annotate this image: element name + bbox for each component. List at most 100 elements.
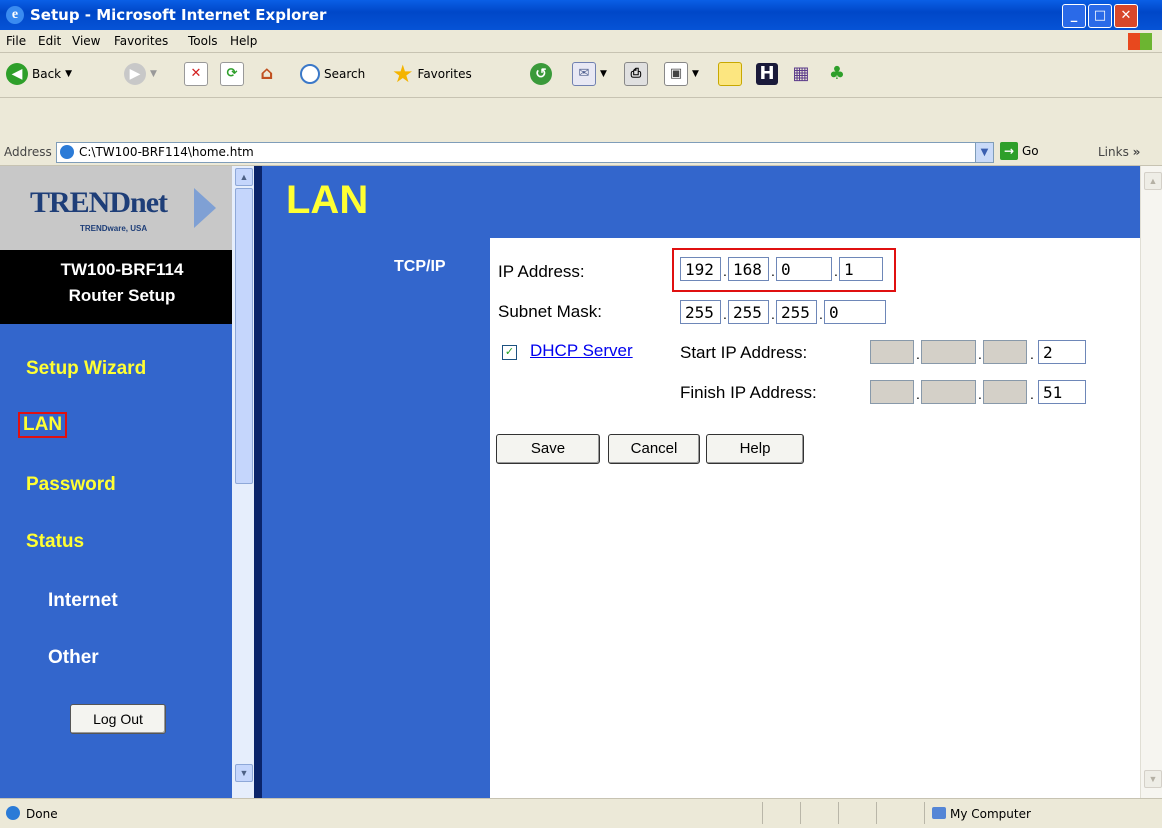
section-label: TCP/IP	[394, 258, 446, 275]
media-button[interactable]: ▦	[790, 61, 812, 87]
menu-view[interactable]: View	[72, 34, 100, 48]
page-title: LAN	[286, 178, 369, 222]
back-button[interactable]: ◀ Back ▼	[6, 61, 72, 87]
go-label: Go	[1022, 144, 1039, 158]
logout-button[interactable]: Log Out	[70, 704, 166, 734]
print-icon: ⎙	[624, 62, 648, 86]
discuss-button[interactable]	[718, 61, 742, 87]
menu-help[interactable]: Help	[230, 34, 257, 48]
menu-bar: File Edit View Favorites Tools Help	[0, 30, 1162, 53]
search-label: Search	[324, 67, 366, 81]
menu-edit[interactable]: Edit	[38, 34, 61, 48]
mask-octet-2[interactable]: 255	[728, 300, 769, 324]
computer-icon	[932, 807, 946, 819]
search-button[interactable]: Search	[300, 61, 365, 87]
mail-button[interactable]: ✉ ▼	[572, 61, 607, 87]
nav-other[interactable]: Other	[48, 647, 99, 669]
research-button[interactable]: H	[756, 61, 778, 87]
ip-dot: .	[771, 263, 775, 279]
ip-dot: .	[834, 263, 838, 279]
page-done-icon	[6, 806, 20, 820]
address-label: Address	[4, 145, 52, 159]
scroll-down-icon[interactable]: ▼	[1144, 770, 1162, 788]
mask-octet-3[interactable]: 255	[776, 300, 817, 324]
mask-octet-4[interactable]: 0	[824, 300, 886, 324]
chevron-down-icon: ▼	[150, 69, 157, 79]
cancel-button[interactable]: Cancel	[608, 434, 700, 464]
scroll-thumb[interactable]	[235, 188, 253, 484]
close-button[interactable]: ✕	[1114, 4, 1138, 28]
links-label: Links	[1098, 145, 1129, 159]
nav-status[interactable]: Status	[26, 531, 84, 553]
main-frame: LAN TCP/IP IP Address: 192 . 168 . 0 . 1…	[262, 166, 1140, 798]
minimize-button[interactable]: _	[1062, 4, 1086, 28]
help-button[interactable]: Help	[706, 434, 804, 464]
main-scrollbar[interactable]: ▲ ▼	[1140, 166, 1162, 798]
refresh-button[interactable]: ⟳	[220, 61, 244, 87]
messenger-button[interactable]: ♣	[826, 61, 848, 87]
address-url: C:\TW100-BRF114\home.htm	[79, 145, 254, 159]
menu-tools[interactable]: Tools	[188, 34, 218, 48]
dhcp-checkbox[interactable]: ✓	[502, 345, 517, 360]
links-button[interactable]: Links »	[1098, 145, 1140, 159]
finish-ip-octet-1	[870, 380, 914, 404]
section-label-column: TCP/IP	[262, 238, 490, 798]
frame-divider[interactable]	[254, 166, 262, 798]
scroll-up-icon[interactable]: ▲	[235, 168, 253, 186]
h-icon: H	[756, 63, 778, 85]
back-label: Back	[32, 67, 62, 81]
logo-subtitle: TRENDware, USA	[80, 224, 148, 233]
scroll-up-icon[interactable]: ▲	[1144, 172, 1162, 190]
ip-octet-4[interactable]: 1	[839, 257, 883, 281]
toolbar: ◀ Back ▼ ▶ ▼ ✕ ⟳ ⌂ Search ★ Favorites ↺ …	[0, 53, 1162, 98]
ip-address-label: IP Address:	[498, 262, 585, 281]
ip-octet-1[interactable]: 192	[680, 257, 721, 281]
ip-octet-2[interactable]: 168	[728, 257, 769, 281]
status-divider	[838, 802, 839, 824]
left-frame-scrollbar[interactable]: ▲ ▼	[232, 166, 254, 798]
browser-content: TRENDnet TRENDware, USA TW100-BRF114 Rou…	[0, 166, 1162, 798]
ip-octet-3[interactable]: 0	[776, 257, 832, 281]
favorites-label: Favorites	[417, 67, 472, 81]
address-dropdown-button[interactable]: ▼	[975, 142, 994, 163]
chevron-down-icon: ▼	[65, 69, 73, 79]
go-button[interactable]: → Go	[1000, 142, 1039, 160]
home-button[interactable]: ⌂	[256, 61, 278, 87]
stop-button[interactable]: ✕	[184, 61, 208, 87]
maximize-button[interactable]: □	[1088, 4, 1112, 28]
favorites-button[interactable]: ★ Favorites	[392, 60, 472, 88]
finish-ip-octet-4[interactable]: 51	[1038, 380, 1086, 404]
nav-internet[interactable]: Internet	[48, 590, 118, 612]
forward-button[interactable]: ▶ ▼	[124, 61, 157, 87]
status-divider	[876, 802, 877, 824]
scroll-down-icon[interactable]: ▼	[235, 764, 253, 782]
address-input[interactable]: C:\TW100-BRF114\home.htm	[56, 142, 976, 163]
mask-octet-1[interactable]: 255	[680, 300, 721, 324]
address-bar: Address C:\TW100-BRF114\home.htm ▼ → Go …	[0, 139, 1162, 166]
dhcp-server-link[interactable]: DHCP Server	[530, 341, 633, 361]
star-icon: ★	[392, 60, 414, 88]
media-icon: ▦	[792, 63, 810, 84]
finish-dot: .	[916, 386, 920, 402]
edit-button[interactable]: ▣ ▼	[664, 61, 699, 87]
finish-ip-label: Finish IP Address:	[680, 383, 817, 402]
start-ip-octet-1	[870, 340, 914, 364]
nav-lan[interactable]: LAN	[18, 412, 68, 438]
nav-password[interactable]: Password	[26, 474, 116, 496]
page-icon	[60, 145, 74, 159]
search-icon	[300, 64, 320, 84]
print-button[interactable]: ⎙	[624, 61, 648, 87]
start-dot: .	[978, 346, 982, 362]
status-bar: Done My Computer	[0, 798, 1162, 828]
nav-setup-wizard[interactable]: Setup Wizard	[26, 358, 146, 380]
start-ip-octet-4[interactable]: 2	[1038, 340, 1086, 364]
save-button[interactable]: Save	[496, 434, 600, 464]
title-bar: e Setup - Microsoft Internet Explorer _ …	[0, 0, 1162, 30]
menu-file[interactable]: File	[6, 34, 26, 48]
menu-favorites[interactable]: Favorites	[114, 34, 168, 48]
model-name: TW100-BRF114	[60, 260, 184, 279]
history-button[interactable]: ↺	[530, 61, 552, 87]
left-nav-frame: TRENDnet TRENDware, USA TW100-BRF114 Rou…	[0, 166, 244, 798]
finish-ip-octet-2	[921, 380, 976, 404]
windows-logo-icon	[1128, 33, 1152, 50]
